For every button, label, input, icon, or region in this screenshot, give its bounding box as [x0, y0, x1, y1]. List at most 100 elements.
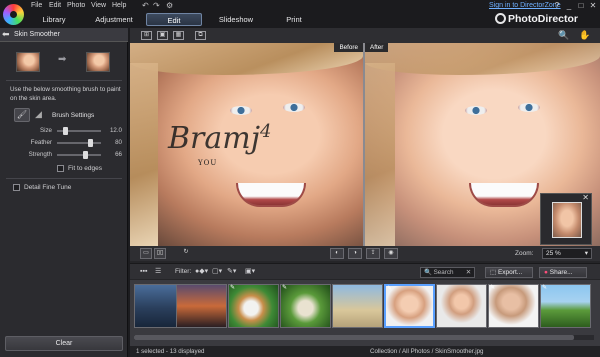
filter-label: Filter:: [175, 268, 192, 275]
compare-view-icon[interactable]: ⊞: [141, 31, 152, 40]
strength-slider[interactable]: [57, 151, 101, 159]
tab-print[interactable]: Print: [282, 13, 306, 26]
clear-button[interactable]: Clear: [5, 336, 123, 351]
menu-view[interactable]: View: [91, 2, 106, 9]
feather-slider-thumb[interactable]: [88, 139, 94, 147]
edited-icon: ✎: [490, 285, 496, 291]
hand-tool-icon[interactable]: ✋: [579, 30, 590, 41]
tab-edit[interactable]: Edit: [146, 13, 202, 26]
photo-hair: [365, 43, 600, 75]
zoom-tool-icon[interactable]: 🔍: [558, 30, 569, 41]
divider: [6, 80, 122, 81]
view-toolbar: ⊞ ▣ ▦ ⧉ 🔍 ✋: [130, 28, 600, 43]
filmstrip[interactable]: ✎ ✎ ✎ ✎ ✎: [130, 280, 600, 346]
full-screen-icon[interactable]: ⧉: [195, 31, 206, 40]
size-value: 12.0: [109, 127, 122, 134]
before-photo[interactable]: Bramj4 YOU Before: [130, 43, 363, 246]
help-button[interactable]: ?: [551, 1, 563, 11]
menu-file[interactable]: File: [31, 2, 42, 9]
brush-tool-icon[interactable]: 🖌: [14, 108, 30, 122]
menu-photo[interactable]: Photo: [67, 2, 85, 9]
photo-thumbnail-sunset[interactable]: [176, 284, 227, 328]
clear-search-icon[interactable]: ✕: [466, 268, 471, 277]
navigator-panel[interactable]: ✕: [540, 193, 592, 245]
photo-thumbnail-dog[interactable]: ✎: [228, 284, 279, 328]
sign-in-link[interactable]: Sign in to DirectorZone: [489, 2, 561, 9]
brand-icon: [495, 13, 506, 24]
filmstrip-scrollbar[interactable]: [134, 335, 594, 340]
feather-label: Feather: [30, 139, 52, 146]
upload-icon[interactable]: ⇪: [366, 248, 380, 259]
photo-thumbnail-portrait[interactable]: [436, 284, 487, 328]
size-slider-thumb[interactable]: [62, 127, 68, 135]
type-filter-icon[interactable]: ▣▾: [245, 267, 255, 277]
tab-library[interactable]: Library: [32, 13, 76, 26]
status-bar: 1 selected - 13 displayed Collection / A…: [130, 346, 600, 357]
before-preview-thumbnail: [16, 52, 40, 72]
photo-eye: [518, 103, 540, 112]
share-button[interactable]: ● Share...: [539, 267, 587, 278]
reset-icon[interactable]: ◉: [384, 248, 398, 259]
rating-filter-icon[interactable]: ▢▾: [212, 267, 222, 277]
list-view-icon[interactable]: ☰: [155, 267, 161, 277]
menu-help[interactable]: Help: [112, 2, 126, 9]
tab-adjustment[interactable]: Adjustment: [90, 13, 138, 26]
close-icon[interactable]: ✕: [582, 193, 589, 202]
title-bar: File Edit Photo View Help ↶ ↷ ⚙ Library …: [0, 0, 600, 28]
photo-thumbnail-dog-2[interactable]: ✎: [280, 284, 331, 328]
maximize-button[interactable]: □: [575, 1, 587, 11]
redo-icon[interactable]: ↷: [153, 1, 160, 10]
photo-thumbnail-meadow[interactable]: ✎: [540, 284, 591, 328]
main-area: ⊞ ▣ ▦ ⧉ 🔍 ✋ Bramj4 YOU Before After ✕ ▭ …: [130, 28, 600, 357]
detail-fine-tune-label: Detail Fine Tune: [24, 184, 72, 191]
single-photo-icon[interactable]: ▭: [140, 248, 152, 259]
feather-slider[interactable]: [57, 139, 101, 147]
search-placeholder: Search: [433, 269, 454, 276]
share-icon: ●: [544, 269, 548, 276]
zoom-label: Zoom:: [515, 250, 534, 257]
grid-view-icon[interactable]: ▦: [173, 31, 184, 40]
eraser-tool-icon[interactable]: ◢: [35, 109, 42, 120]
size-label: Size: [39, 127, 52, 134]
photo-compare-view[interactable]: Bramj4 YOU Before After ✕: [130, 43, 600, 246]
panel-title: Skin Smoother: [14, 31, 60, 38]
tab-slideshow[interactable]: Slideshow: [214, 13, 258, 26]
size-slider[interactable]: [57, 127, 101, 135]
scrollbar-thumb[interactable]: [134, 335, 574, 340]
chevron-down-icon: ▾: [584, 250, 588, 257]
edit-filter-icon[interactable]: ✎▾: [227, 267, 236, 277]
minimize-button[interactable]: _: [563, 1, 575, 11]
photo-thumbnail-skinsmoother[interactable]: ✎: [384, 284, 435, 328]
undo-icon[interactable]: ↶: [142, 1, 149, 10]
edited-icon: ✎: [387, 286, 393, 292]
export-button[interactable]: ⬚ Export...: [485, 267, 533, 278]
menu-edit[interactable]: Edit: [49, 2, 61, 9]
thumbnail-view-icon[interactable]: ▪▪▪: [140, 267, 147, 277]
edited-icon: ✎: [230, 285, 236, 291]
zoom-dropdown[interactable]: 25 % ▾: [542, 248, 592, 259]
show-mask-icon[interactable]: ◐: [330, 248, 344, 259]
photo-hair: [130, 43, 363, 75]
single-view-icon[interactable]: ▣: [157, 31, 168, 40]
settings-icon[interactable]: ⚙: [166, 1, 173, 10]
navigator-thumbnail[interactable]: [552, 202, 582, 238]
photo-thumbnail-beach[interactable]: [332, 284, 383, 328]
photo-eye: [283, 103, 305, 112]
fit-to-edges-checkbox[interactable]: [57, 165, 64, 172]
strength-label: Strength: [28, 151, 52, 158]
feather-value: 80: [115, 139, 122, 146]
strength-value: 66: [115, 151, 122, 158]
photo-smile: [469, 183, 539, 207]
back-arrow-icon[interactable]: ⬅: [2, 29, 12, 40]
export-icon: ⬚: [490, 269, 497, 276]
detail-fine-tune-checkbox[interactable]: [13, 184, 20, 191]
flag-filter-icon[interactable]: ●◆▾: [195, 267, 208, 277]
photo-thumbnail-woman[interactable]: ✎: [488, 284, 539, 328]
close-button[interactable]: ✕: [587, 1, 599, 11]
side-by-side-icon[interactable]: ▯▯: [154, 248, 166, 259]
photo-smile: [236, 183, 306, 207]
strength-slider-thumb[interactable]: [82, 151, 88, 159]
search-input[interactable]: 🔍 Search ✕: [420, 267, 475, 278]
brightness-icon[interactable]: ◑: [348, 248, 362, 259]
rotate-icon[interactable]: ↻: [180, 248, 192, 259]
